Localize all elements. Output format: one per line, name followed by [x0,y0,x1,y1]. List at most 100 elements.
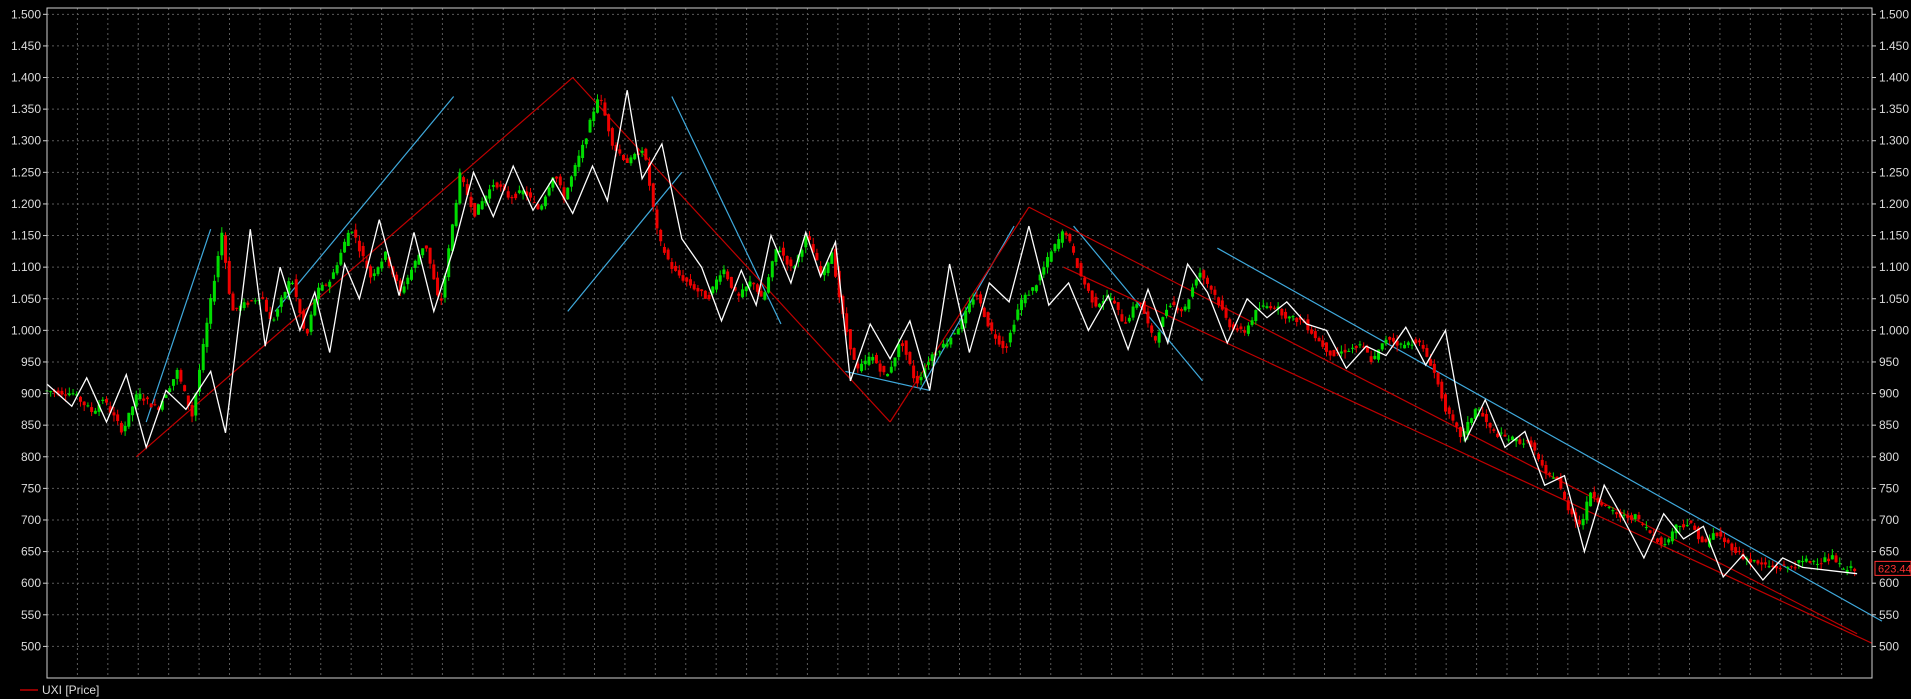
candle-body [1722,537,1726,542]
candle-body [473,202,477,217]
candle-body [1272,307,1276,309]
candle-body [476,204,480,215]
candle-body [131,406,135,416]
candle-body [1388,336,1392,340]
y-tick-label-right: 750 [1879,481,1899,495]
candle-body [246,302,250,305]
candle-body [339,252,343,265]
candle-body [357,240,361,252]
candle-body [1217,297,1221,306]
candle-body [975,294,979,297]
candle-body [1280,309,1284,316]
candle-body [1730,543,1734,551]
candle-body [1726,539,1730,543]
candle-body [1503,434,1507,437]
candle-body [250,300,254,302]
candle-body [1823,557,1827,563]
candle-body [1611,510,1615,512]
candle-body [1815,563,1819,565]
candle-body [1380,343,1384,350]
candle-body [1637,514,1641,520]
candle-body [220,232,224,256]
candle-body [707,294,711,300]
candle-body [209,298,213,324]
candle-body [1592,491,1596,498]
candle-body [276,309,280,317]
candle-body [759,290,763,297]
candle-body [915,375,919,384]
candle-body [1046,257,1050,268]
candle-body [625,158,629,163]
candle-body [1719,531,1723,537]
candle-body [413,260,417,268]
candle-body [1384,339,1388,344]
candle-body [1559,477,1563,489]
candle-body [1447,407,1451,414]
candle-body [767,277,771,293]
candle-body [1269,306,1273,309]
candle-body [666,249,670,260]
candle-body [1548,472,1552,475]
candle-body [514,193,518,199]
candle-body [912,365,916,379]
candle-body [662,246,666,253]
candle-body [458,172,462,204]
candle-body [190,405,194,417]
candle-body [651,183,655,207]
y-tick-label-left: 1.350 [11,102,41,116]
candle-body [633,153,637,160]
candle-body [149,403,153,408]
candle-body [674,265,678,271]
y-tick-label-right: 850 [1879,418,1899,432]
candle-body [1600,502,1604,506]
y-tick-label-right: 1.450 [1879,39,1909,53]
candle-body [335,265,339,274]
candle-body [1488,423,1492,428]
candle-body [588,119,592,133]
candle-body [212,280,216,302]
candle-body [1265,306,1269,308]
candle-body [1540,459,1544,466]
candle-body [711,286,715,294]
candle-body [1444,394,1448,412]
candle-body [1209,285,1213,290]
candle-body [279,297,283,307]
candle-body [116,414,120,421]
candle-body [1678,526,1682,528]
y-tick-label-left: 750 [21,481,41,495]
y-tick-label-right: 650 [1879,545,1899,559]
candle-body [1496,433,1500,437]
candle-body [1042,267,1046,275]
candle-body [1626,515,1630,518]
y-tick-label-left: 500 [21,639,41,653]
candle-body [1369,356,1373,363]
candle-body [153,404,157,406]
y-tick-label-right: 1.200 [1879,197,1909,211]
candle-body [595,99,599,113]
candle-body [1507,439,1511,441]
candle-body [573,165,577,177]
candle-body [90,407,94,412]
candle-body [1120,314,1124,322]
chart-background [0,0,1911,699]
candle-body [1083,277,1087,285]
candle-body [1693,525,1697,530]
candle-body [1853,568,1857,572]
candle-body [1417,340,1421,343]
candle-body [655,209,659,229]
candle-body [874,355,878,364]
candle-body [1127,317,1131,322]
candle-body [1767,566,1771,568]
candle-body [737,293,741,296]
candle-body [752,282,756,285]
candle-body [134,394,138,407]
candle-body [64,394,68,396]
candle-body [1585,501,1589,521]
candle-body [770,261,774,278]
candle-body [454,202,458,227]
y-tick-label-left: 1.050 [11,292,41,306]
y-tick-label-right: 1.050 [1879,292,1909,306]
candle-body [1633,514,1637,520]
legend-label: UXI [Price] [42,683,99,697]
candle-body [1351,347,1355,349]
